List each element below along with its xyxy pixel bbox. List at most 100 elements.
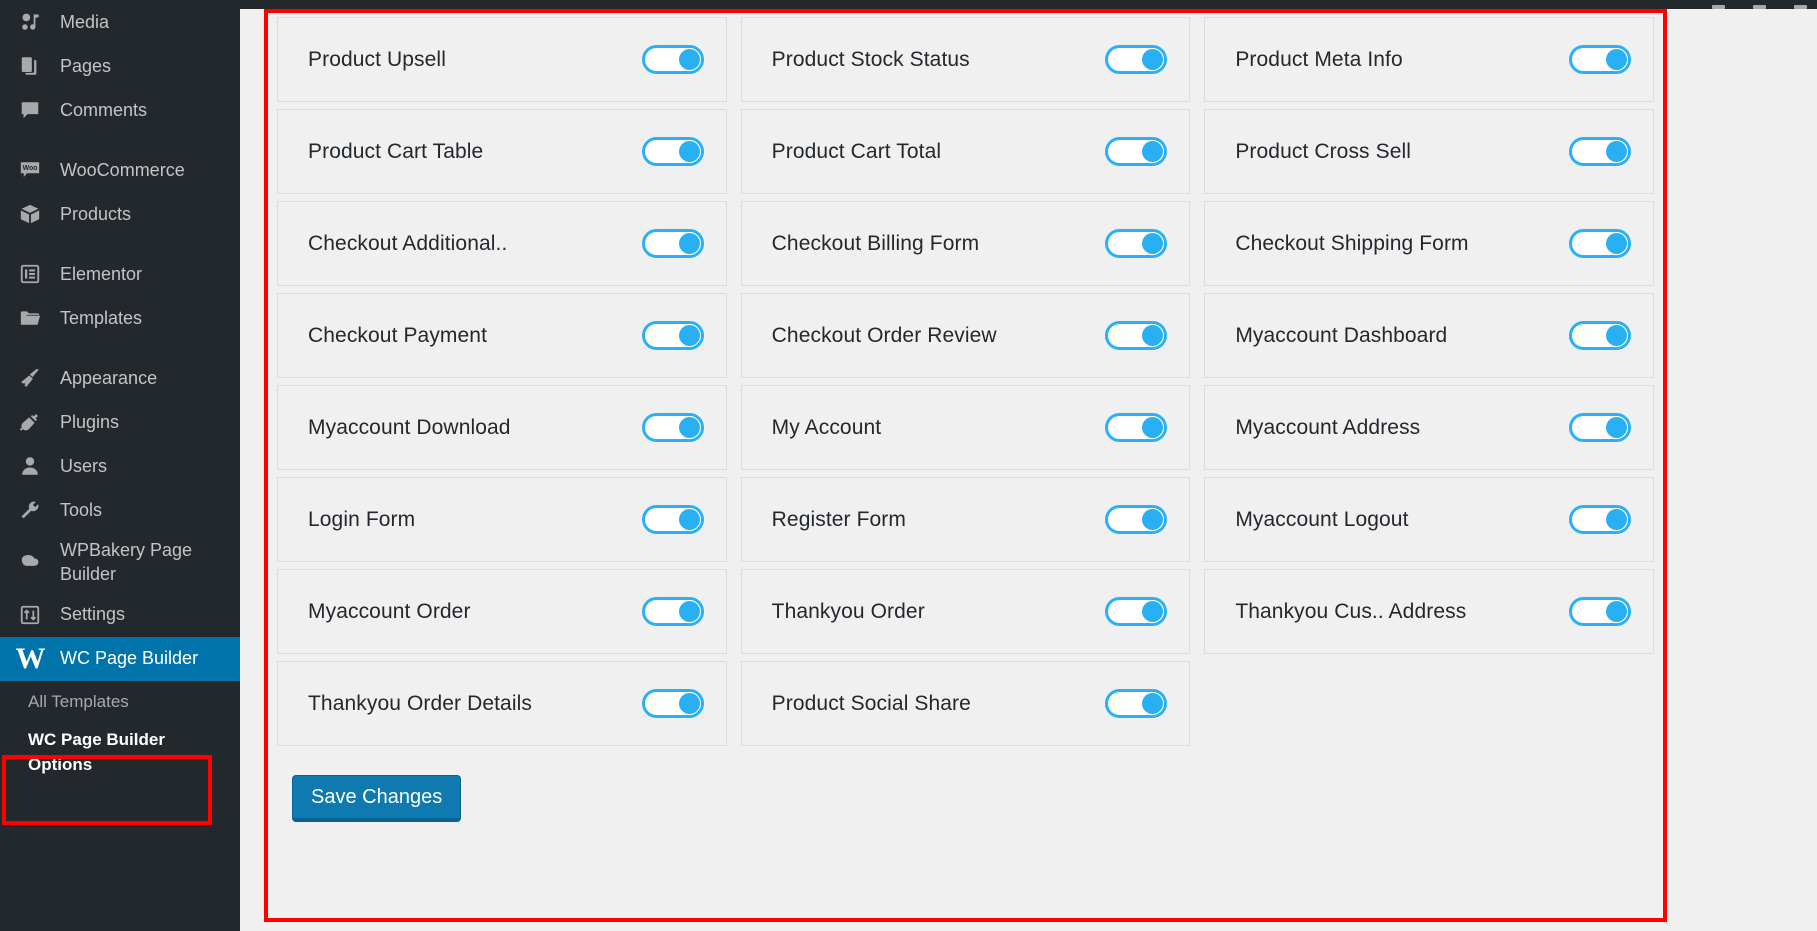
sidebar-item-products[interactable]: Products xyxy=(0,192,240,236)
sidebar-item-users[interactable]: Users xyxy=(0,444,240,488)
toggle-card-label: Myaccount Order xyxy=(308,599,471,623)
sidebar-item-templates[interactable]: Templates xyxy=(0,296,240,340)
admin-bar-icon-1[interactable] xyxy=(1712,5,1725,9)
toggle-card: Checkout Order Review xyxy=(734,293,1198,385)
admin-sidebar: Media Pages Comments Woo WooCommerce Products… xyxy=(0,0,240,931)
toggle-card: Product Cross Sell xyxy=(1197,109,1661,201)
sidebar-item-comments[interactable]: Comments xyxy=(0,88,240,132)
toggle-card-inner: Product Cart Total xyxy=(740,109,1191,194)
admin-bar-icon-2[interactable] xyxy=(1753,5,1766,9)
sidebar-item-appearance[interactable]: Appearance xyxy=(0,356,240,400)
toggle-switch[interactable] xyxy=(1568,229,1631,258)
toggle-knob xyxy=(1605,49,1627,70)
toggle-switch[interactable] xyxy=(1568,137,1631,166)
toggle-switch[interactable] xyxy=(1568,45,1631,74)
sidebar-item-label: Settings xyxy=(60,604,126,625)
sidebar-item-label: WPBakery Page Builder xyxy=(60,540,193,585)
toggle-card: Thankyou Cus.. Address xyxy=(1197,569,1661,661)
toggle-switch[interactable] xyxy=(1105,45,1168,74)
toggle-card-inner: Checkout Additional.. xyxy=(277,201,727,286)
toggle-switch[interactable] xyxy=(641,413,704,442)
admin-bar-icon-3[interactable] xyxy=(1794,5,1807,9)
toggle-card: Product Social Share xyxy=(734,661,1198,753)
sidebar-item-elementor[interactable]: Elementor xyxy=(0,252,240,296)
plugins-icon xyxy=(0,411,60,433)
toggle-card-inner: Myaccount Download xyxy=(277,385,727,470)
sidebar-submenu: All Templates WC Page Builder Options xyxy=(0,680,240,795)
toggle-card: Thankyou Order xyxy=(734,569,1198,661)
toggle-switch[interactable] xyxy=(641,321,704,350)
toggle-knob xyxy=(1142,417,1164,438)
templates-icon xyxy=(0,307,60,329)
toggle-card-label: Product Stock Status xyxy=(771,47,970,71)
sidebar-item-tools[interactable]: Tools xyxy=(0,488,240,532)
toggle-card-label: Product Cart Total xyxy=(771,139,942,163)
toggle-card: Product Upsell xyxy=(270,17,734,109)
submenu-item-all-templates[interactable]: All Templates xyxy=(0,683,240,722)
toggle-knob xyxy=(1142,49,1164,70)
toggle-switch[interactable] xyxy=(1568,413,1631,442)
toggle-card-label: Thankyou Cus.. Address xyxy=(1235,599,1467,623)
toggle-card-inner: Thankyou Cus.. Address xyxy=(1204,569,1654,654)
toggle-card-inner: My Account xyxy=(740,385,1191,470)
toggle-switch[interactable] xyxy=(641,45,704,74)
toggle-card-label: Register Form xyxy=(771,507,906,531)
sidebar-item-wc-page-builder[interactable]: W WC Page Builder xyxy=(0,636,240,681)
settings-icon xyxy=(0,604,60,626)
toggle-switch[interactable] xyxy=(1105,689,1168,718)
save-changes-button[interactable]: Save Changes xyxy=(292,775,462,822)
submenu-item-wc-page-builder-options[interactable]: WC Page Builder Options xyxy=(0,721,240,784)
toggle-switch[interactable] xyxy=(641,689,704,718)
toggle-card-label: Thankyou Order Details xyxy=(308,691,532,715)
toggle-switch[interactable] xyxy=(1568,321,1631,350)
sidebar-item-plugins[interactable]: Plugins xyxy=(0,400,240,444)
toggle-card-inner: Thankyou Order xyxy=(740,569,1191,654)
sidebar-item-label: WooCommerce xyxy=(60,159,185,180)
toggle-card-inner: Myaccount Order xyxy=(277,569,727,654)
toggle-card: Myaccount Order xyxy=(270,569,734,661)
toggle-card-label: Checkout Shipping Form xyxy=(1235,231,1469,255)
toggle-switch[interactable] xyxy=(1105,413,1168,442)
toggle-switch[interactable] xyxy=(1105,597,1168,626)
toggle-card-label: Product Cart Table xyxy=(308,139,484,163)
toggle-card-label: Checkout Additional.. xyxy=(308,231,508,255)
toggle-switch[interactable] xyxy=(1105,137,1168,166)
toggle-card: Myaccount Logout xyxy=(1197,477,1661,569)
wc-page-builder-logo: W xyxy=(15,641,46,675)
svg-text:Woo: Woo xyxy=(23,165,38,172)
toggle-card-inner: Product Stock Status xyxy=(740,17,1191,102)
toggle-card-inner: Myaccount Address xyxy=(1204,385,1654,470)
toggle-card-label: Product Cross Sell xyxy=(1235,139,1412,163)
toggle-card: Register Form xyxy=(734,477,1198,569)
sidebar-item-settings[interactable]: Settings xyxy=(0,593,240,637)
toggle-switch[interactable] xyxy=(1568,505,1631,534)
toggle-switch[interactable] xyxy=(1568,597,1631,626)
toggle-knob xyxy=(1142,601,1164,622)
toggle-card-inner: Thankyou Order Details xyxy=(277,661,727,746)
sidebar-item-label: WC Page Builder xyxy=(60,648,199,669)
sidebar-item-wpbakery-page-builder[interactable]: WPBakery Page Builder xyxy=(0,532,240,593)
toggle-card-label: Myaccount Download xyxy=(308,415,511,439)
toggle-switch[interactable] xyxy=(1105,505,1168,534)
toggle-card-inner: Myaccount Logout xyxy=(1204,477,1654,562)
sidebar-item-label: Templates xyxy=(60,307,143,328)
toggle-card-inner: Myaccount Dashboard xyxy=(1204,293,1654,378)
toggle-switch[interactable] xyxy=(641,597,704,626)
toggle-card: Checkout Billing Form xyxy=(734,201,1198,293)
toggle-card: Checkout Shipping Form xyxy=(1197,201,1661,293)
toggle-card: Product Cart Table xyxy=(270,109,734,201)
toggle-switch[interactable] xyxy=(641,137,704,166)
sidebar-item-pages[interactable]: Pages xyxy=(0,44,240,88)
toggle-switch[interactable] xyxy=(1105,321,1168,350)
toggle-card: Product Meta Info xyxy=(1197,17,1661,109)
toggle-switch[interactable] xyxy=(641,229,704,258)
toggle-card-label: Product Upsell xyxy=(308,47,446,71)
toggle-card-placeholder-inner xyxy=(1204,661,1654,746)
toggle-switch[interactable] xyxy=(1105,229,1168,258)
sidebar-item-woocommerce[interactable]: Woo WooCommerce xyxy=(0,148,240,192)
admin-bar-icons xyxy=(1712,0,1807,9)
toggle-knob xyxy=(678,233,700,254)
toggle-card-inner: Login Form xyxy=(277,477,727,562)
toggle-switch[interactable] xyxy=(641,505,704,534)
content-area: Product Upsell Product Stock Status Produc… xyxy=(240,9,1817,931)
